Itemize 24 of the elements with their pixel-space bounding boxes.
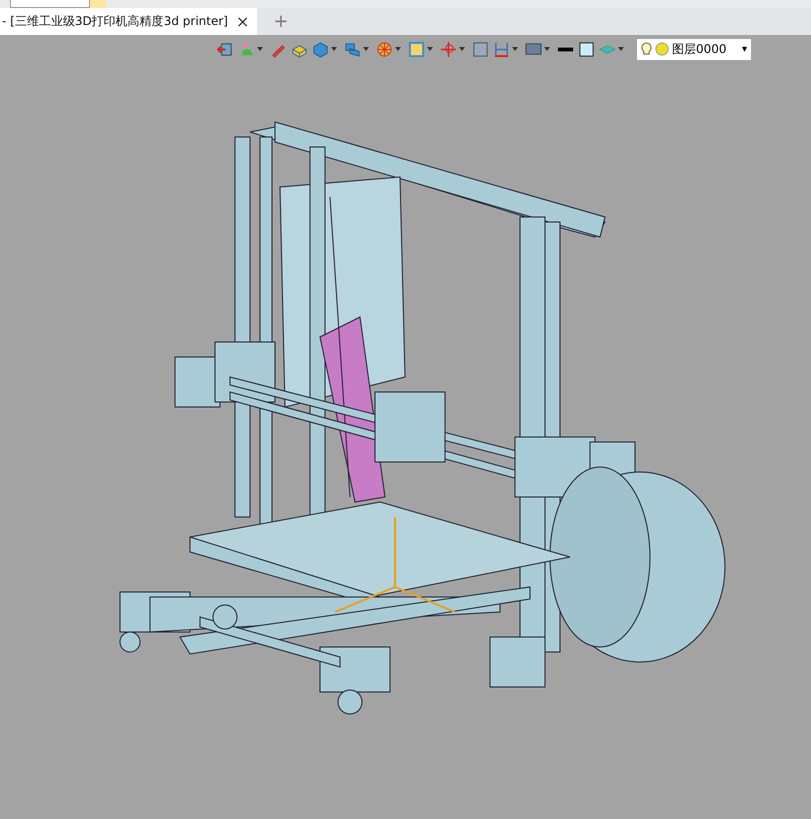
monitor-icon[interactable] (525, 40, 542, 58)
caret-icon[interactable] (618, 47, 624, 51)
caret-icon[interactable] (257, 47, 263, 51)
caret-icon[interactable] (459, 47, 465, 51)
caret-icon[interactable] (331, 47, 337, 51)
caret-icon[interactable] (395, 47, 401, 51)
new-tab-button[interactable]: + (267, 11, 294, 32)
document-tab[interactable]: - [三维工业级3D打印机高精度3d printer] × (0, 8, 258, 35)
exit-icon[interactable] (217, 40, 234, 58)
frame-icon[interactable] (472, 40, 489, 58)
caret-icon[interactable] (512, 47, 518, 51)
layer-name: 图层0000 (672, 40, 728, 58)
command-field[interactable] (10, 0, 90, 8)
graphics-viewport[interactable]: 图层0000 ▾ (0, 35, 811, 819)
layer-dropdown[interactable]: 图层0000 ▾ (637, 38, 751, 60)
caret-icon[interactable] (427, 47, 433, 51)
close-icon[interactable]: × (236, 12, 250, 31)
field-button[interactable] (90, 0, 106, 8)
square-icon[interactable] (578, 40, 595, 58)
dropdown-arrow[interactable]: ▾ (742, 44, 747, 54)
caret-icon[interactable] (363, 47, 369, 51)
cube-icon[interactable] (312, 40, 329, 58)
caret-icon[interactable] (544, 47, 550, 51)
lightbulb-icon (641, 42, 652, 56)
